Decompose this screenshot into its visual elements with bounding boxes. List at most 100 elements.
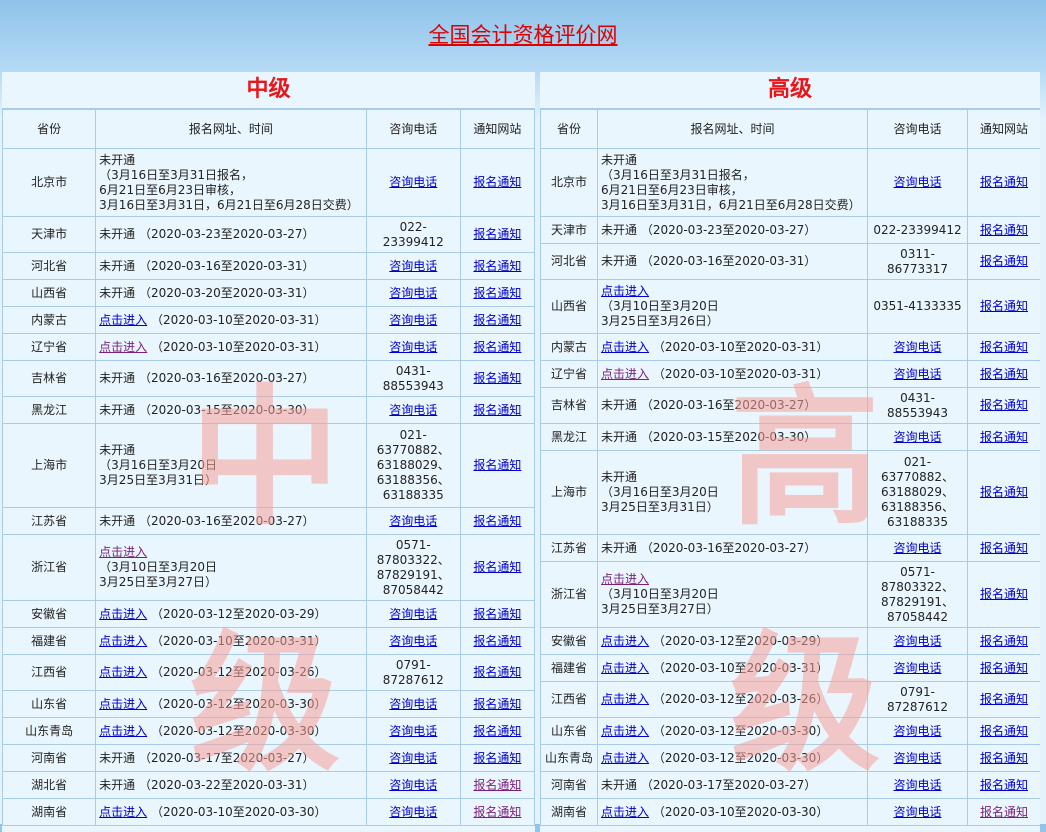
notice-link[interactable]: 报名通知: [980, 175, 1028, 189]
phone-link[interactable]: 咨询电话: [893, 367, 941, 381]
phone-link[interactable]: 咨询电话: [893, 778, 941, 792]
notice-link[interactable]: 报名通知: [473, 227, 521, 241]
info-cell: 未开通 （2020-03-16至2020-03-27）: [597, 534, 868, 562]
col-header-info: 报名网址、时间: [597, 109, 868, 149]
notice-link[interactable]: 报名通知: [473, 560, 521, 574]
notice-link[interactable]: 报名通知: [980, 367, 1028, 381]
phone-link[interactable]: 咨询电话: [893, 724, 941, 738]
notice-link[interactable]: 报名通知: [473, 286, 521, 300]
enter-link[interactable]: 点击进入: [601, 367, 649, 381]
phone-link[interactable]: 咨询电话: [893, 805, 941, 819]
phone-link[interactable]: 咨询电话: [893, 175, 941, 189]
enter-link[interactable]: 点击进入: [601, 661, 649, 675]
table-row: 安徽省 点击进入 （2020-03-12至2020-03-29） 咨询电话 报名通知: [540, 627, 1040, 655]
notice-link[interactable]: 报名通知: [473, 634, 521, 648]
enter-link[interactable]: 点击进入: [99, 545, 364, 560]
notice-link[interactable]: 报名通知: [980, 430, 1028, 444]
phone-link[interactable]: 咨询电话: [389, 634, 437, 648]
notice-link[interactable]: 报名通知: [473, 514, 521, 528]
enter-link[interactable]: 点击进入: [99, 665, 147, 679]
enter-link[interactable]: 点击进入: [99, 607, 147, 621]
senior-panel: 高级 省份 报名网址、时间 咨询电话 通知网站 北京市 未开通 （3月16日至3月3…: [540, 72, 1040, 832]
notice-link[interactable]: 报名通知: [473, 340, 521, 354]
phone-cell: 咨询电话: [867, 717, 968, 745]
phone-link[interactable]: 咨询电话: [893, 541, 941, 555]
phone-link[interactable]: 咨询电话: [893, 340, 941, 354]
notice-link[interactable]: 报名通知: [473, 313, 521, 327]
notice-link[interactable]: 报名通知: [980, 751, 1028, 765]
notice-link[interactable]: 报名通知: [473, 458, 521, 472]
phone-link[interactable]: 咨询电话: [389, 175, 437, 189]
notice-link[interactable]: 报名通知: [473, 175, 521, 189]
phone-link[interactable]: 咨询电话: [389, 313, 437, 327]
notice-link[interactable]: 报名通知: [473, 403, 521, 417]
notice-link[interactable]: 报名通知: [980, 223, 1028, 237]
notice-link[interactable]: 报名通知: [980, 778, 1028, 792]
notice-link[interactable]: 报名通知: [980, 398, 1028, 412]
notice-cell: 报名通知: [967, 681, 1040, 718]
phone-link[interactable]: 咨询电话: [893, 751, 941, 765]
phone-link[interactable]: 咨询电话: [389, 697, 437, 711]
enter-link[interactable]: 点击进入: [601, 692, 649, 706]
enter-link[interactable]: 点击进入: [99, 697, 147, 711]
site-title-link[interactable]: 全国会计资格评价网: [0, 19, 1046, 49]
info-cell: 未开通 （2020-03-16至2020-03-31）: [95, 252, 367, 280]
notice-link[interactable]: 报名通知: [473, 665, 521, 679]
phone-link[interactable]: 咨询电话: [389, 751, 437, 765]
enter-link[interactable]: 点击进入: [601, 751, 649, 765]
enter-link[interactable]: 点击进入: [99, 340, 147, 354]
notice-link[interactable]: 报名通知: [980, 692, 1028, 706]
enter-link[interactable]: 点击进入: [99, 805, 147, 819]
enter-link[interactable]: 点击进入: [99, 313, 147, 327]
phone-link[interactable]: 咨询电话: [389, 805, 437, 819]
phone-link[interactable]: 咨询电话: [389, 259, 437, 273]
notice-link[interactable]: 报名通知: [473, 607, 521, 621]
enter-link[interactable]: 点击进入: [99, 724, 147, 738]
phone-link[interactable]: 咨询电话: [893, 634, 941, 648]
enter-link[interactable]: 点击进入: [99, 634, 147, 648]
notice-link[interactable]: 报名通知: [980, 541, 1028, 555]
notice-link[interactable]: 报名通知: [980, 805, 1028, 819]
phone-link[interactable]: 咨询电话: [389, 340, 437, 354]
province-cell: 山东省: [540, 717, 598, 745]
notice-cell: 报名通知: [967, 627, 1040, 655]
notice-link[interactable]: 报名通知: [980, 724, 1028, 738]
phone-link[interactable]: 咨询电话: [893, 430, 941, 444]
notice-link[interactable]: 报名通知: [473, 751, 521, 765]
notice-link[interactable]: 报名通知: [473, 697, 521, 711]
phone-link[interactable]: 咨询电话: [389, 778, 437, 792]
info-text: 6月21日至6月23日审核，: [601, 182, 743, 197]
notice-cell: 报名通知: [967, 798, 1040, 826]
enter-link[interactable]: 点击进入: [601, 340, 649, 354]
phone-link[interactable]: 咨询电话: [389, 607, 437, 621]
enter-link[interactable]: 点击进入: [601, 634, 649, 648]
notice-link[interactable]: 报名通知: [473, 259, 521, 273]
notice-link[interactable]: 报名通知: [980, 661, 1028, 675]
phone-link[interactable]: 咨询电话: [389, 724, 437, 738]
notice-cell: 报名通知: [967, 717, 1040, 745]
info-text: （3月16日至3月20日: [99, 458, 217, 472]
phone-link[interactable]: 咨询电话: [389, 403, 437, 417]
phone-link[interactable]: 咨询电话: [893, 661, 941, 675]
enter-link[interactable]: 点击进入: [601, 805, 649, 819]
notice-link[interactable]: 报名通知: [473, 724, 521, 738]
table-row: 吉林省 未开通 （2020-03-16至2020-03-27） 0431- 8855…: [540, 387, 1040, 424]
notice-link[interactable]: 报名通知: [980, 340, 1028, 354]
province-cell: 山东青岛: [540, 744, 598, 772]
notice-link[interactable]: 报名通知: [473, 805, 521, 819]
enter-link[interactable]: 点击进入: [601, 572, 865, 587]
phone-link[interactable]: 咨询电话: [389, 286, 437, 300]
enter-link[interactable]: 点击进入: [601, 724, 649, 738]
notice-link[interactable]: 报名通知: [980, 299, 1028, 313]
notice-link[interactable]: 报名通知: [473, 778, 521, 792]
notice-link[interactable]: 报名通知: [980, 587, 1028, 601]
notice-link[interactable]: 报名通知: [473, 371, 521, 385]
notice-cell: 报名通知: [459, 534, 535, 601]
notice-link[interactable]: 报名通知: [980, 634, 1028, 648]
notice-link[interactable]: 报名通知: [980, 254, 1028, 268]
notice-link[interactable]: 报名通知: [980, 485, 1028, 499]
phone-link[interactable]: 咨询电话: [389, 514, 437, 528]
info-text: （3月16日至3月31日报名，: [601, 167, 755, 182]
info-cell: 未开通 （2020-03-16至2020-03-27）: [597, 387, 868, 424]
enter-link[interactable]: 点击进入: [601, 284, 865, 299]
